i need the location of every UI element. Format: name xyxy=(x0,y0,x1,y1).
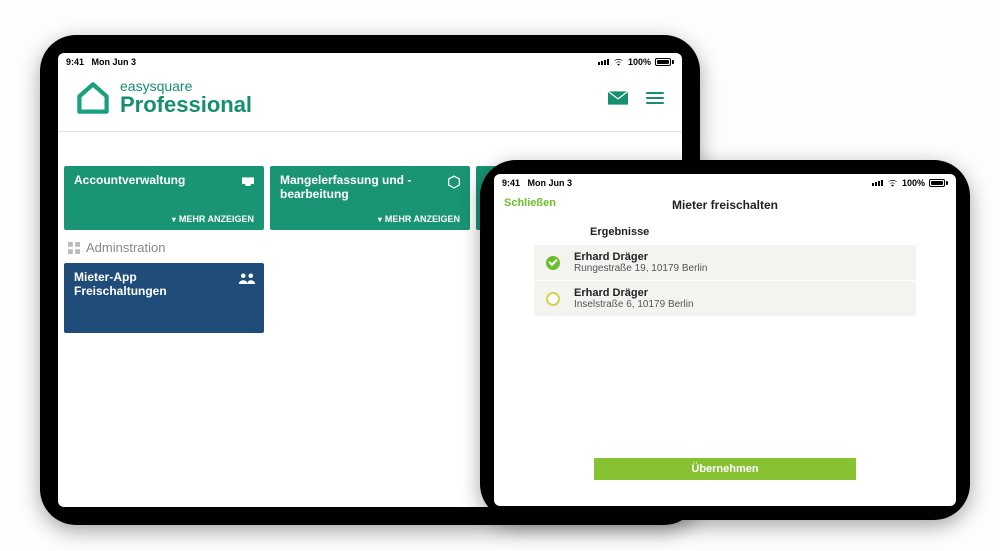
battery-percent: 100% xyxy=(902,178,925,188)
status-right: 100% xyxy=(872,178,948,188)
wifi-icon xyxy=(613,58,624,66)
chevron-down-icon: ▾ xyxy=(378,215,382,224)
inbox-icon xyxy=(240,174,256,190)
app-header: easysquare Professional xyxy=(58,69,682,132)
battery-icon xyxy=(929,179,948,187)
tablet-small: 9:41 Mon Jun 3 100% Schließen Mieter fre… xyxy=(480,160,970,520)
modal-header: Schließen Mieter freischalten xyxy=(494,190,956,220)
mail-icon[interactable] xyxy=(608,91,628,105)
chevron-down-icon: ▾ xyxy=(172,215,176,224)
result-name: Erhard Dräger xyxy=(574,287,694,299)
grid-icon xyxy=(68,242,80,254)
result-address: Rungestraße 19, 10179 Berlin xyxy=(574,263,707,274)
result-name: Erhard Dräger xyxy=(574,251,707,263)
screen-small: 9:41 Mon Jun 3 100% Schließen Mieter fre… xyxy=(494,174,956,506)
result-row-1[interactable]: Erhard Dräger Inselstraße 6, 10179 Berli… xyxy=(534,280,916,316)
result-address: Inselstraße 6, 10179 Berlin xyxy=(574,299,694,310)
section-label-text: Adminstration xyxy=(86,240,165,255)
modal-title: Mieter freischalten xyxy=(672,198,778,212)
card-mieter-app-freischaltungen[interactable]: Mieter-App Freischaltungen xyxy=(64,263,264,333)
result-row-0[interactable]: Erhard Dräger Rungestraße 19, 10179 Berl… xyxy=(534,244,916,280)
radio-selected-icon[interactable] xyxy=(546,256,560,270)
card-accountverwaltung[interactable]: Accountverwaltung ▾ MEHR ANZEIGEN xyxy=(64,166,264,230)
status-left: 9:41 Mon Jun 3 xyxy=(66,57,136,67)
battery-percent: 100% xyxy=(628,57,651,67)
card-more[interactable]: ▾ MEHR ANZEIGEN xyxy=(280,214,460,224)
status-time: 9:41 xyxy=(66,57,84,67)
box-icon xyxy=(446,174,462,190)
results-heading: Ergebnisse xyxy=(534,220,916,244)
wifi-icon xyxy=(887,179,898,187)
brand-line2: Professional xyxy=(120,93,252,117)
brand-line1: easysquare xyxy=(120,79,252,93)
card-title: Accountverwaltung xyxy=(74,174,254,188)
logo: easysquare Professional xyxy=(76,79,252,117)
status-date: Mon Jun 3 xyxy=(528,178,573,188)
people-icon xyxy=(238,271,256,285)
header-actions xyxy=(608,91,664,105)
menu-icon[interactable] xyxy=(646,92,664,104)
status-bar: 9:41 Mon Jun 3 100% xyxy=(494,174,956,190)
result-text: Erhard Dräger Inselstraße 6, 10179 Berli… xyxy=(574,287,694,310)
card-title: Mieter-App Freischaltungen xyxy=(74,271,254,299)
result-text: Erhard Dräger Rungestraße 19, 10179 Berl… xyxy=(574,251,707,274)
logo-text: easysquare Professional xyxy=(120,79,252,117)
status-bar: 9:41 Mon Jun 3 100% xyxy=(58,53,682,69)
modal-body: Ergebnisse Erhard Dräger Rungestraße 19,… xyxy=(494,220,956,316)
close-button[interactable]: Schließen xyxy=(504,197,556,209)
status-right: 100% xyxy=(598,57,674,67)
cell-signal-icon xyxy=(872,180,883,186)
status-time: 9:41 xyxy=(502,178,520,188)
cell-signal-icon xyxy=(598,59,609,65)
card-mangelerfassung[interactable]: Mangelerfassung und -bearbeitung ▾ MEHR … xyxy=(270,166,470,230)
accept-button[interactable]: Übernehmen xyxy=(594,458,856,480)
card-title: Mangelerfassung und -bearbeitung xyxy=(280,174,460,202)
status-date: Mon Jun 3 xyxy=(92,57,137,67)
card-more[interactable]: ▾ MEHR ANZEIGEN xyxy=(74,214,254,224)
house-logo-icon xyxy=(76,81,110,115)
radio-empty-icon[interactable] xyxy=(546,292,560,306)
battery-icon xyxy=(655,58,674,66)
status-left: 9:41 Mon Jun 3 xyxy=(502,178,572,188)
